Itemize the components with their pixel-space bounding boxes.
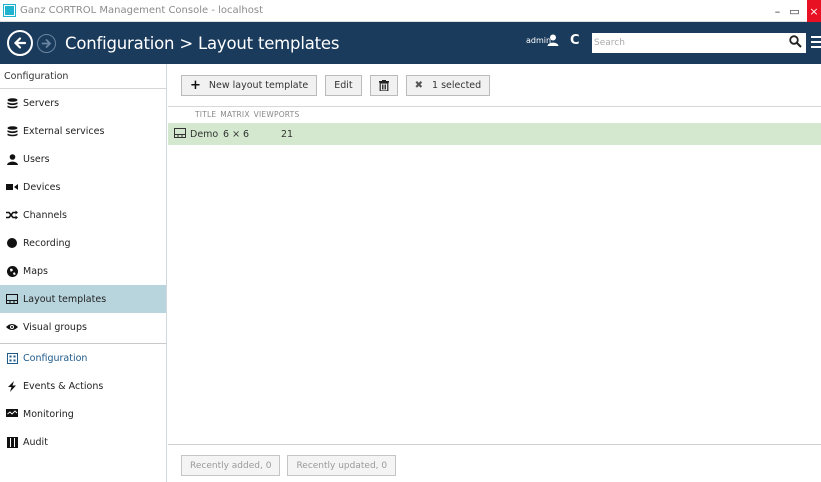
- footer: Recently added, 0 Recently updated, 0: [181, 455, 403, 476]
- sidebar-item-label: Channels: [23, 209, 67, 221]
- column-header-matrix[interactable]: MATRIX: [220, 110, 249, 119]
- sidebar-item-users[interactable]: Users: [0, 145, 166, 173]
- sidebar-item-label: Configuration: [23, 352, 88, 364]
- shuffle-icon: [6, 209, 18, 221]
- toolbar: + New layout template Edit ✖ 1 selected: [181, 75, 498, 97]
- app-icon: [3, 4, 16, 17]
- user-icon: [6, 153, 18, 165]
- back-button[interactable]: [7, 30, 33, 56]
- maximize-button[interactable]: ▭: [784, 0, 805, 22]
- sidebar-item-label: Monitoring: [23, 408, 74, 420]
- sidebar-item-servers[interactable]: Servers: [0, 89, 166, 117]
- sidebar: Configuration Servers External services …: [0, 64, 167, 482]
- main-panel: + New layout template Edit ✖ 1 selected …: [168, 64, 821, 482]
- divider: [168, 444, 821, 445]
- monitor-icon: [6, 408, 18, 420]
- record-icon: [6, 237, 18, 249]
- selected-count-label: 1 selected: [432, 80, 482, 91]
- table-row[interactable]: Demo 6 × 6 21: [168, 123, 821, 145]
- window-title-bar: Ganz CORTROL Management Console - localh…: [0, 0, 821, 22]
- recently-updated-button[interactable]: Recently updated, 0: [287, 455, 397, 476]
- menu-icon[interactable]: [811, 36, 821, 48]
- search-input[interactable]: [592, 33, 806, 53]
- sidebar-item-label: Recording: [23, 237, 71, 249]
- layout-icon: [174, 127, 186, 141]
- section-events-actions[interactable]: Events & Actions: [0, 372, 166, 400]
- sidebar-item-channels[interactable]: Channels: [0, 201, 166, 229]
- recently-added-button[interactable]: Recently added, 0: [181, 455, 281, 476]
- arrow-left-icon: [13, 37, 27, 49]
- close-button[interactable]: ×: [807, 0, 821, 22]
- column-header-viewports[interactable]: VIEWPORTS: [254, 110, 300, 119]
- book-icon: [6, 436, 18, 448]
- new-layout-template-button[interactable]: + New layout template: [181, 75, 318, 96]
- sidebar-item-label: Events & Actions: [23, 380, 104, 392]
- column-headers: TITLE MATRIX VIEWPORTS: [195, 110, 303, 119]
- database-icon: [6, 125, 18, 137]
- sidebar-item-label: Users: [23, 153, 50, 165]
- sidebar-item-maps[interactable]: Maps: [0, 257, 166, 285]
- forward-button[interactable]: [37, 33, 56, 53]
- sidebar-item-label: Maps: [23, 265, 48, 277]
- sidebar-heading: Configuration: [0, 64, 166, 89]
- database-icon: [6, 97, 18, 109]
- sidebar-item-devices[interactable]: Devices: [0, 173, 166, 201]
- row-matrix: 6 × 6: [223, 128, 250, 140]
- sidebar-item-external-services[interactable]: External services: [0, 117, 166, 145]
- camera-icon: [6, 181, 18, 193]
- sidebar-item-visual-groups[interactable]: Visual groups: [0, 313, 166, 341]
- sidebar-item-layout-templates[interactable]: Layout templates: [0, 285, 166, 313]
- window-title: Ganz CORTROL Management Console - localh…: [20, 5, 263, 16]
- bolt-icon: [6, 380, 18, 392]
- user-icon[interactable]: [547, 34, 559, 46]
- breadcrumb: Configuration > Layout templates: [65, 33, 340, 53]
- sidebar-item-recording[interactable]: Recording: [0, 229, 166, 257]
- clear-selection-button[interactable]: ✖ 1 selected: [405, 75, 491, 96]
- edit-label: Edit: [334, 80, 353, 91]
- plus-icon: +: [190, 78, 201, 93]
- sidebar-item-label: External services: [23, 125, 105, 137]
- section-monitoring[interactable]: Monitoring: [0, 400, 166, 428]
- arrow-right-icon: [41, 38, 52, 48]
- section-configuration[interactable]: Configuration: [0, 344, 166, 372]
- eye-icon: [6, 321, 18, 333]
- refresh-button[interactable]: C: [570, 33, 580, 48]
- sidebar-item-label: Devices: [23, 181, 61, 193]
- new-layout-template-label: New layout template: [208, 80, 309, 91]
- trash-icon: [378, 80, 389, 91]
- divider: [168, 106, 821, 107]
- sidebar-item-label: Visual groups: [23, 321, 87, 333]
- close-icon: ✖: [414, 80, 423, 91]
- delete-button[interactable]: [369, 75, 398, 96]
- grid-icon: [6, 352, 18, 364]
- globe-icon: [6, 265, 18, 277]
- sidebar-item-label: Audit: [23, 436, 48, 448]
- layout-icon: [6, 293, 18, 305]
- edit-button[interactable]: Edit: [325, 75, 362, 96]
- section-audit[interactable]: Audit: [0, 428, 166, 456]
- row-title: Demo: [190, 128, 219, 140]
- column-header-title[interactable]: TITLE: [195, 110, 216, 119]
- row-viewports: 21: [281, 128, 294, 140]
- sidebar-item-label: Layout templates: [23, 293, 107, 305]
- search-icon[interactable]: [789, 35, 802, 48]
- app-header: Configuration > Layout templates admin C: [0, 22, 821, 64]
- sidebar-item-label: Servers: [23, 97, 60, 109]
